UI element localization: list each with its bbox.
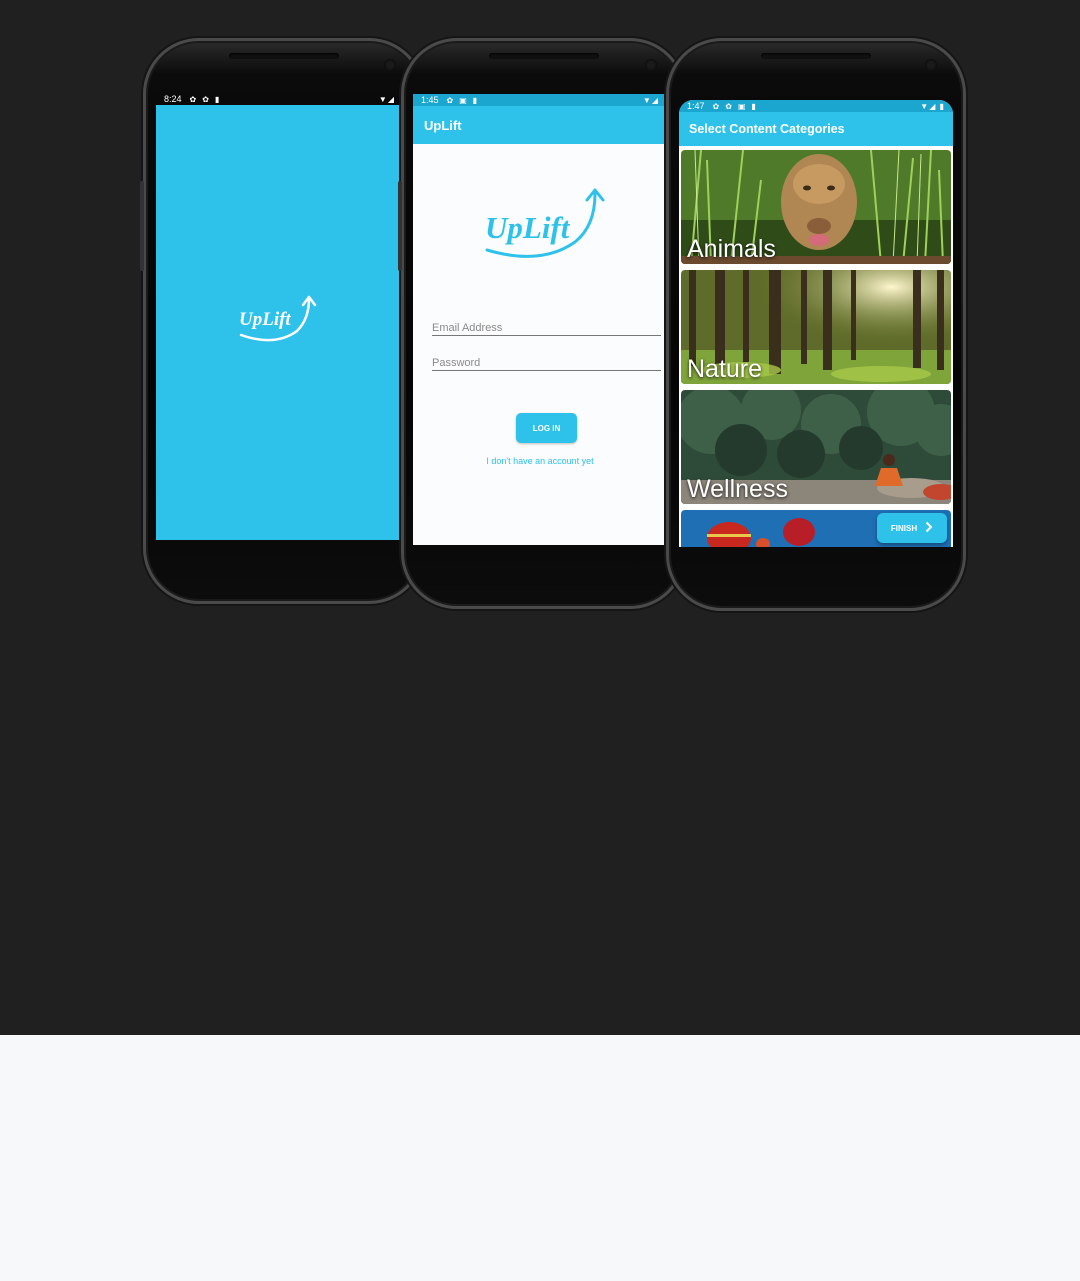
category-label: Nature bbox=[687, 355, 763, 383]
category-card-wellness[interactable]: Wellness bbox=[681, 390, 951, 504]
signup-link[interactable]: I don't have an account yet bbox=[413, 456, 667, 466]
logo-wordmark: UpLift bbox=[239, 309, 291, 330]
password-field[interactable]: Password bbox=[432, 357, 661, 371]
sd-card-icon: ▮ bbox=[472, 95, 478, 105]
app-bar: Select Content Categories bbox=[679, 112, 953, 146]
password-placeholder: Password bbox=[432, 357, 481, 369]
side-button bbox=[140, 181, 144, 271]
uplift-logo: UpLift bbox=[483, 186, 615, 271]
earpiece-speaker bbox=[229, 53, 339, 59]
finish-label: FINISH bbox=[890, 523, 918, 533]
phone-categories: 1:47 ✿ ✿ ▣ ▮ ▼◢ ▮ Select Content Categor… bbox=[666, 38, 966, 611]
uplift-logo: UpLift bbox=[235, 289, 325, 354]
finish-button[interactable]: FINISH bbox=[877, 513, 947, 543]
category-card-nature[interactable]: Nature bbox=[681, 270, 951, 384]
login-screen: 1:45 ✿ ▣ ▮ ▼◢ UpLift UpLift Email Addres… bbox=[413, 94, 667, 545]
login-button[interactable]: LOG IN bbox=[516, 413, 577, 443]
gear-icon: ✿ bbox=[446, 95, 454, 105]
categories-screen: 1:47 ✿ ✿ ▣ ▮ ▼◢ ▮ Select Content Categor… bbox=[679, 100, 953, 547]
earpiece-speaker bbox=[488, 53, 599, 59]
category-label: Animals bbox=[687, 235, 776, 263]
splash-screen: 8:24 ✿ ✿ ▮ ▼◢ UpLift bbox=[156, 93, 403, 540]
gear-icon: ✿ bbox=[189, 94, 197, 104]
status-bar: 8:24 ✿ ✿ ▮ ▼◢ bbox=[156, 93, 403, 105]
logo-wordmark: UpLift bbox=[485, 210, 571, 245]
gear-icon: ✿ bbox=[712, 101, 720, 111]
earpiece-speaker bbox=[761, 53, 871, 59]
gear-icon: ✿ bbox=[202, 94, 209, 104]
email-placeholder: Email Address bbox=[432, 322, 503, 334]
phone-login: 1:45 ✿ ▣ ▮ ▼◢ UpLift UpLift Email Addres… bbox=[398, 38, 686, 609]
status-bar: 1:45 ✿ ▣ ▮ ▼◢ bbox=[413, 94, 667, 106]
gear-icon: ✿ bbox=[725, 101, 732, 111]
app-title: Select Content Categories bbox=[689, 122, 845, 136]
phone-splash: 8:24 ✿ ✿ ▮ ▼◢ UpLift bbox=[140, 38, 425, 604]
status-time: 1:45 bbox=[421, 95, 439, 105]
front-camera bbox=[645, 59, 657, 71]
side-button bbox=[398, 181, 402, 271]
category-card-animals[interactable]: Animals bbox=[681, 150, 951, 264]
square-icon: ▣ bbox=[459, 95, 467, 105]
page-bottom-band bbox=[0, 1035, 1080, 1281]
square-icon: ▣ bbox=[737, 101, 746, 111]
sd-card-icon: ▮ bbox=[214, 94, 220, 104]
app-bar: UpLift bbox=[413, 106, 667, 144]
signal-icons: ▼◢ bbox=[642, 95, 659, 105]
category-label: Wellness bbox=[687, 475, 788, 503]
status-time: 8:24 bbox=[164, 94, 182, 104]
status-bar: 1:47 ✿ ✿ ▣ ▮ ▼◢ ▮ bbox=[679, 100, 953, 112]
status-time: 1:47 bbox=[687, 101, 705, 111]
signal-icons: ▼◢ bbox=[378, 94, 395, 104]
front-camera bbox=[384, 59, 396, 71]
signal-icons: ▼◢ ▮ bbox=[920, 101, 945, 111]
front-camera bbox=[925, 59, 937, 71]
chevron-right-icon bbox=[925, 521, 933, 535]
sd-card-icon: ▮ bbox=[751, 101, 756, 111]
category-list: Animals Nature Wellness bbox=[681, 150, 951, 547]
app-title: UpLift bbox=[424, 117, 462, 133]
email-field[interactable]: Email Address bbox=[432, 322, 661, 336]
